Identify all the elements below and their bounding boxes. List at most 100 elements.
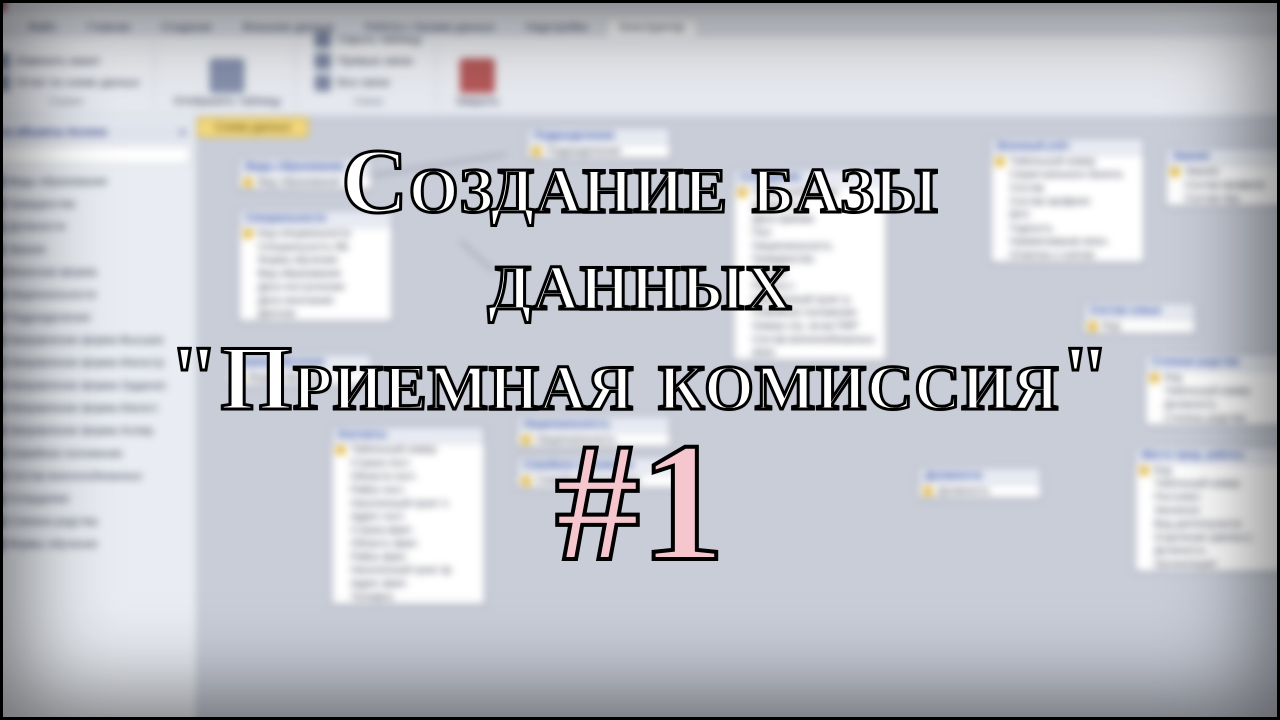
nav-item[interactable]: Состав военнообязанных (0, 465, 192, 488)
tab-design[interactable]: Конструктор (606, 17, 697, 37)
table-dolzh[interactable]: Должности Должность (918, 467, 1042, 499)
table-field: Код (1146, 371, 1280, 384)
table-header: Формы обучения (229, 355, 371, 371)
nav-search[interactable] (0, 146, 190, 165)
table-field: Дата окончания (239, 294, 391, 307)
table-field: Табельный номер (1135, 477, 1280, 490)
table-field: ВУС (991, 209, 1143, 222)
table-header: Специальности (239, 211, 391, 227)
table-podr[interactable]: Подразделения Подразделение (527, 127, 671, 159)
titlebar (0, 0, 1280, 12)
table-zvaniya[interactable]: Звания Звание Состав профиля Состав пер. (1165, 148, 1280, 207)
table-field: Адрес факт. (332, 577, 484, 590)
table-sostav[interactable]: Состав семьи Код (1083, 302, 1196, 334)
table-field: Дата поступления (239, 281, 391, 294)
btn-hide-table[interactable]: Скрыть таблицу (315, 31, 422, 47)
app-badge-icon (0, 0, 6, 12)
table-header: Военный учёт (991, 139, 1143, 155)
table-mesto[interactable]: Место пред. работы Код Табельный номер П… (1134, 447, 1280, 573)
table-field: Отделение (увольн.) (1135, 531, 1280, 544)
btn-schema-report[interactable]: Отчет по схеме данных (0, 75, 140, 91)
table-field: Должность (919, 485, 1041, 498)
table-field: Область факт. (332, 537, 484, 550)
tab-home[interactable]: Главная (75, 18, 143, 37)
table-field: Вид образования (239, 267, 391, 280)
table-field: Страна пост. (332, 457, 484, 470)
table-field: Населенный пункт п. (332, 497, 484, 510)
table-field: Состав профиля (991, 195, 1143, 208)
btn-all-rel-label: Все связи (338, 77, 390, 89)
nav-item[interactable]: Виды образования (0, 170, 192, 193)
group-service-label: Сервис (0, 96, 140, 107)
table-vidy-obr[interactable]: Виды образования Вид образования (238, 158, 372, 190)
nav-pane[interactable]: Все объекты Access « Виды образования Гр… (0, 117, 197, 720)
btn-direct-rel[interactable]: Прямые связи (315, 53, 422, 69)
btn-show-table-label: Отобразить таблицу (174, 95, 281, 107)
table-field: Звание (1166, 165, 1280, 178)
btn-schema-report-label: Отчет по схеме данных (16, 77, 140, 89)
nav-item[interactable]: Национальности (0, 284, 192, 307)
nav-item[interactable]: Направление форма Ординат. (0, 374, 192, 397)
nav-item[interactable]: Воинская форма (0, 261, 192, 284)
relations-canvas[interactable]: Схема данных Виды образования Вид образо… (197, 117, 1280, 720)
btn-edit-layout-label: Изменить макет (16, 55, 101, 67)
table-formy[interactable]: Формы обучения Форма обучения (228, 354, 372, 386)
table-sempol[interactable]: Семейное положение Семейное положение (516, 457, 681, 489)
table-field: Поступил (1135, 491, 1280, 504)
ribbon-group-close: Закрыть (456, 43, 514, 110)
nav-item[interactable]: Направление форма Магист. (0, 397, 192, 420)
btn-edit-layout[interactable]: Изменить макет (0, 53, 140, 69)
table-field: Должность (1146, 398, 1280, 411)
nav-item[interactable]: Степени родства (0, 510, 192, 533)
table-header: Состав семьи (1084, 303, 1195, 319)
table-field: Специальность КВ. (239, 241, 391, 254)
background-app: Файл Главная Создание Внешние данные Раб… (0, 0, 1280, 720)
nav-item[interactable]: Направление форма Аспир. (0, 420, 192, 443)
btn-close[interactable]: Закрыть (456, 58, 500, 107)
table-field: Табельный номер (1146, 385, 1280, 398)
tab-file[interactable]: Файл (16, 18, 69, 37)
table-field: Табельный номер (332, 443, 484, 456)
ribbon-tabs: Файл Главная Создание Внешние данные Раб… (0, 12, 1280, 37)
table-field: Номер стр. св-ва ПФР (734, 320, 886, 333)
nav-item[interactable]: Формы обучения (0, 533, 192, 556)
nav-item[interactable]: Направление форма Высшее (0, 329, 192, 352)
table-field: Национальность (734, 239, 886, 252)
nav-item[interactable]: Должности (0, 216, 192, 239)
btn-all-rel[interactable]: Все связи (315, 75, 422, 91)
table-field: Отметка о снятии (991, 249, 1143, 262)
group-rel-label: Связи (315, 96, 422, 107)
table-nationality[interactable]: Национальность Национальность (516, 416, 671, 448)
table-specialnosti[interactable]: Специальности Код специальности Специаль… (238, 210, 393, 322)
table-field: Организация (1135, 558, 1280, 571)
btn-show-table[interactable]: Отобразить таблицу (174, 58, 281, 107)
chevron-double-left-icon[interactable]: « (179, 126, 185, 138)
table-contacts[interactable]: Контакты Табельный номер Страна пост. Об… (331, 426, 486, 605)
nav-item[interactable]: Гражданство (0, 193, 192, 216)
tab-create[interactable]: Создание (149, 18, 225, 37)
table-field: Подразделение (528, 145, 670, 158)
btn-close-label: Закрыть (456, 95, 500, 107)
tab-addins[interactable]: Надстройки (513, 18, 600, 37)
table-header: Подразделения (528, 128, 670, 144)
table-voin[interactable]: Военный учёт Табельный номер Серия военн… (990, 138, 1145, 264)
nav-item[interactable]: Подразделения (0, 306, 192, 329)
nav-item[interactable]: Звания (0, 238, 192, 261)
table-header: Контакты (332, 427, 484, 443)
nav-item[interactable]: Семейное положение (0, 442, 192, 465)
nav-item[interactable]: Сотрудники (0, 488, 192, 511)
table-header: Место пред. работы (1135, 448, 1280, 464)
table-header: Должности (919, 468, 1041, 484)
table-field: Вид образования (239, 176, 371, 189)
table-field: Пол (734, 226, 886, 239)
nav-item[interactable]: Направление форма Магистр (0, 352, 192, 375)
link-icon (315, 53, 331, 69)
table-field: Населенный пункт р. (734, 293, 886, 306)
table-field: Годность (991, 222, 1143, 235)
table-hide-icon (315, 31, 331, 47)
table-rodstvo[interactable]: Степени родства Код Табельный номер Долж… (1145, 354, 1280, 426)
nav-header[interactable]: Все объекты Access « (0, 123, 192, 142)
table-sotrudniki[interactable]: Сотрудники Табельный номер Должность Дат… (733, 168, 888, 361)
table-field: Наименование воен. (991, 235, 1143, 248)
table-field: Должность (734, 199, 886, 212)
